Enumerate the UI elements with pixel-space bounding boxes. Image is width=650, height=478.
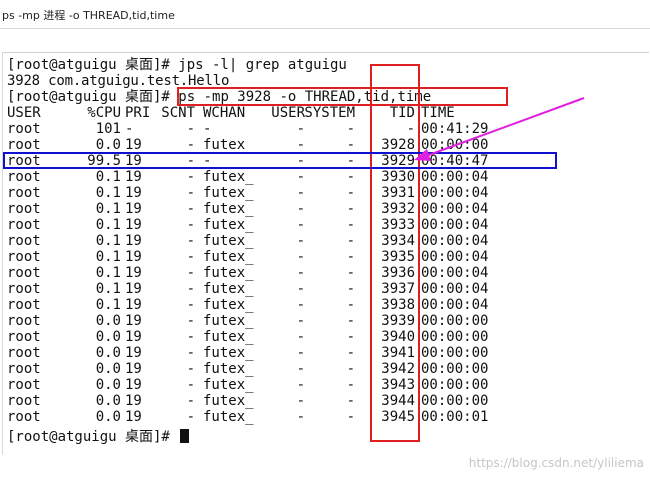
- pointer-arrow-icon: [414, 97, 585, 161]
- watermark: https://blog.csdn.net/yliliema: [468, 456, 644, 470]
